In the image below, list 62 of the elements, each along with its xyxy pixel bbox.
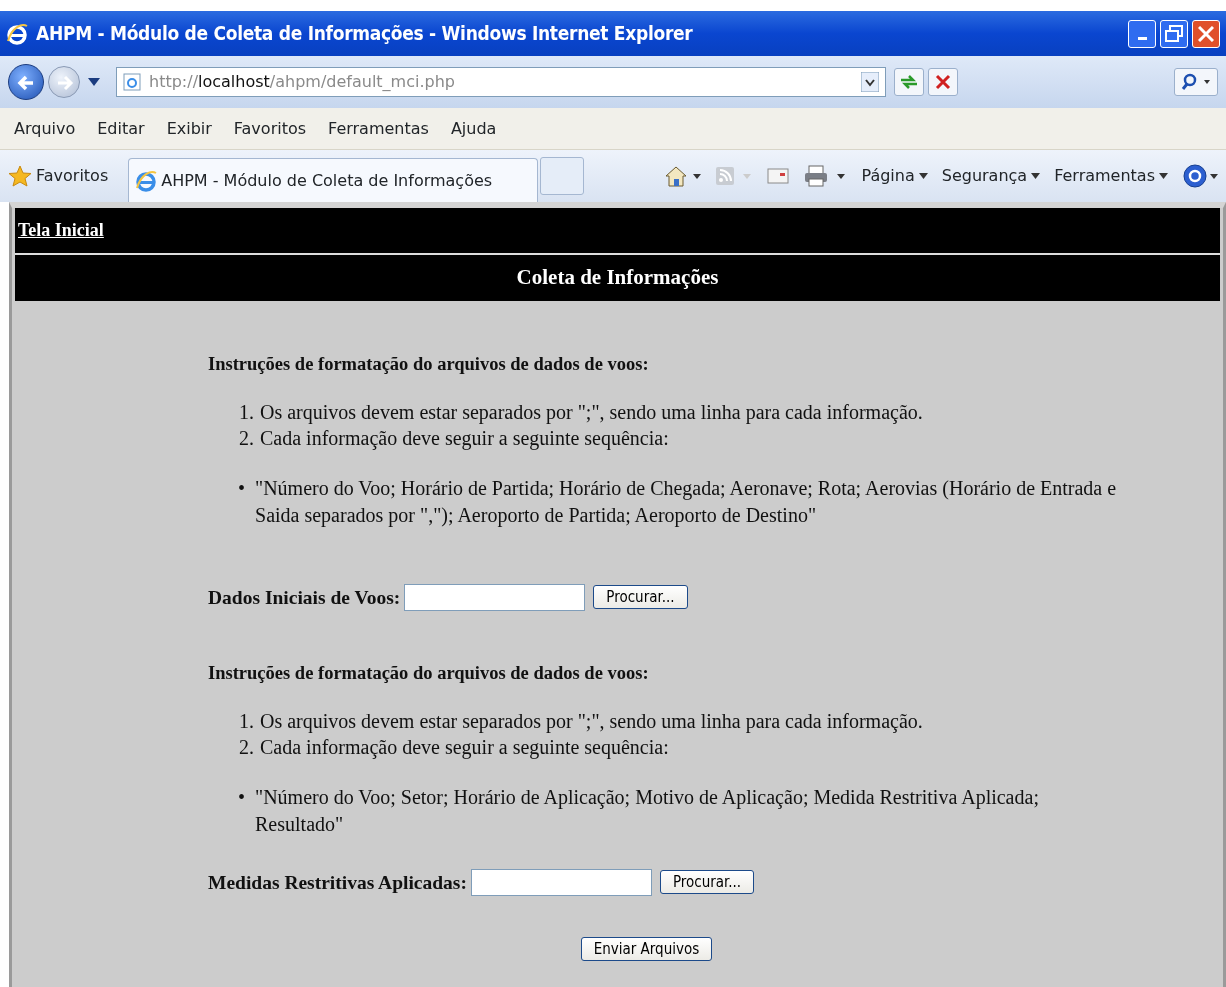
dropdown-icon	[861, 72, 879, 92]
caret-icon	[1159, 173, 1168, 179]
step-number: 1.	[238, 399, 254, 425]
instructions-title: Instruções de formatação do arquivos de dados de voos:	[208, 662, 650, 685]
instruction-step: Cada informação deve seguir a seguinte sequência:	[260, 426, 669, 449]
file-field[interactable]	[404, 583, 586, 611]
field-label: Medidas Restritivas Aplicadas:	[208, 870, 467, 895]
printer-icon[interactable]	[803, 164, 848, 188]
format-description: "Número do Voo; Setor; Horário de Aplicação; Motivo de Aplicação; Medida Restritiva Aplicada; Resultado"	[255, 784, 1040, 837]
browse-button[interactable]: Procurar...	[593, 585, 688, 610]
minimize-button[interactable]	[1128, 19, 1156, 48]
format-description: "Número do Voo; Horário de Partida; Horário de Chegada; Aeronave; Rota; Aerovias (Horário de Entrada e Saida separados por ","); Aeroporto de Partida; Aeroporto de Destino"	[255, 475, 1118, 529]
menu-item[interactable]: Exibir	[166, 116, 212, 141]
command-menu[interactable]: Ferramentas	[1054, 164, 1168, 188]
home-link[interactable]: Tela Inicial	[18, 217, 104, 244]
browser-tab[interactable]: AHPM - Módulo de Coleta de Informações	[128, 158, 539, 202]
instructions-title: Instruções de formatação do arquivos de dados de voos:	[208, 353, 650, 376]
favorites-button[interactable]: Favoritos	[8, 164, 109, 188]
dropdown-icon[interactable]	[88, 78, 100, 86]
browser-logo-icon	[6, 22, 28, 45]
mail-icon[interactable]	[767, 167, 790, 185]
browser-logo-icon	[135, 169, 158, 192]
close-icon	[1198, 25, 1214, 42]
menu-item[interactable]: Favoritos	[233, 116, 307, 141]
step-number: 2.	[238, 425, 254, 451]
step-number: 2.	[238, 734, 254, 760]
page-heading: Coleta de Informações	[516, 264, 719, 292]
menu-item[interactable]: Editar	[97, 116, 145, 141]
menu-item[interactable]: Ferramentas	[328, 116, 429, 141]
field-label: Dados Iniciais de Voos:	[208, 585, 401, 610]
refresh-button[interactable]	[894, 68, 924, 96]
instruction-step: Os arquivos devem estar separados por ";", sendo uma linha para cada informação.	[260, 400, 923, 423]
search-button[interactable]	[1174, 68, 1218, 96]
caret-icon	[1031, 173, 1041, 179]
arrows-icon	[899, 73, 919, 91]
close-button[interactable]	[1192, 19, 1220, 48]
command-menu[interactable]: Segurança	[941, 164, 1041, 188]
search-icon	[1180, 73, 1212, 91]
home-icon[interactable]	[663, 164, 702, 188]
command-menu[interactable]: Página	[861, 164, 928, 188]
stop-icon	[935, 74, 951, 90]
caret-icon	[918, 173, 928, 179]
bullet: •	[238, 784, 245, 810]
browse-button[interactable]: Procurar...	[659, 870, 755, 895]
file-field[interactable]	[470, 868, 652, 896]
back-button[interactable]	[8, 64, 44, 100]
bullet: •	[238, 475, 245, 501]
page-icon	[123, 73, 141, 91]
address-field[interactable]: http://localhost/ahpm/default_mci.php	[116, 67, 886, 97]
stop-button[interactable]	[928, 68, 958, 96]
star-icon	[8, 164, 32, 188]
minimize-icon	[1137, 37, 1147, 40]
instruction-step: Os arquivos devem estar separados por ";", sendo uma linha para cada informação.	[260, 709, 923, 732]
menu-item[interactable]: Ajuda	[450, 116, 497, 141]
window-title: AHPM - Módulo de Coleta de Informações - Windows Internet Explorer	[36, 21, 694, 47]
step-number: 1.	[238, 708, 254, 734]
restore-icon	[1165, 25, 1183, 42]
submit-button[interactable]: Enviar Arquivos	[580, 937, 713, 961]
instruction-step: Cada informação deve seguir a seguinte sequência:	[260, 735, 669, 758]
menu-item[interactable]: Arquivo	[14, 116, 76, 141]
restore-button[interactable]	[1160, 19, 1188, 48]
help-icon[interactable]	[1182, 163, 1218, 189]
